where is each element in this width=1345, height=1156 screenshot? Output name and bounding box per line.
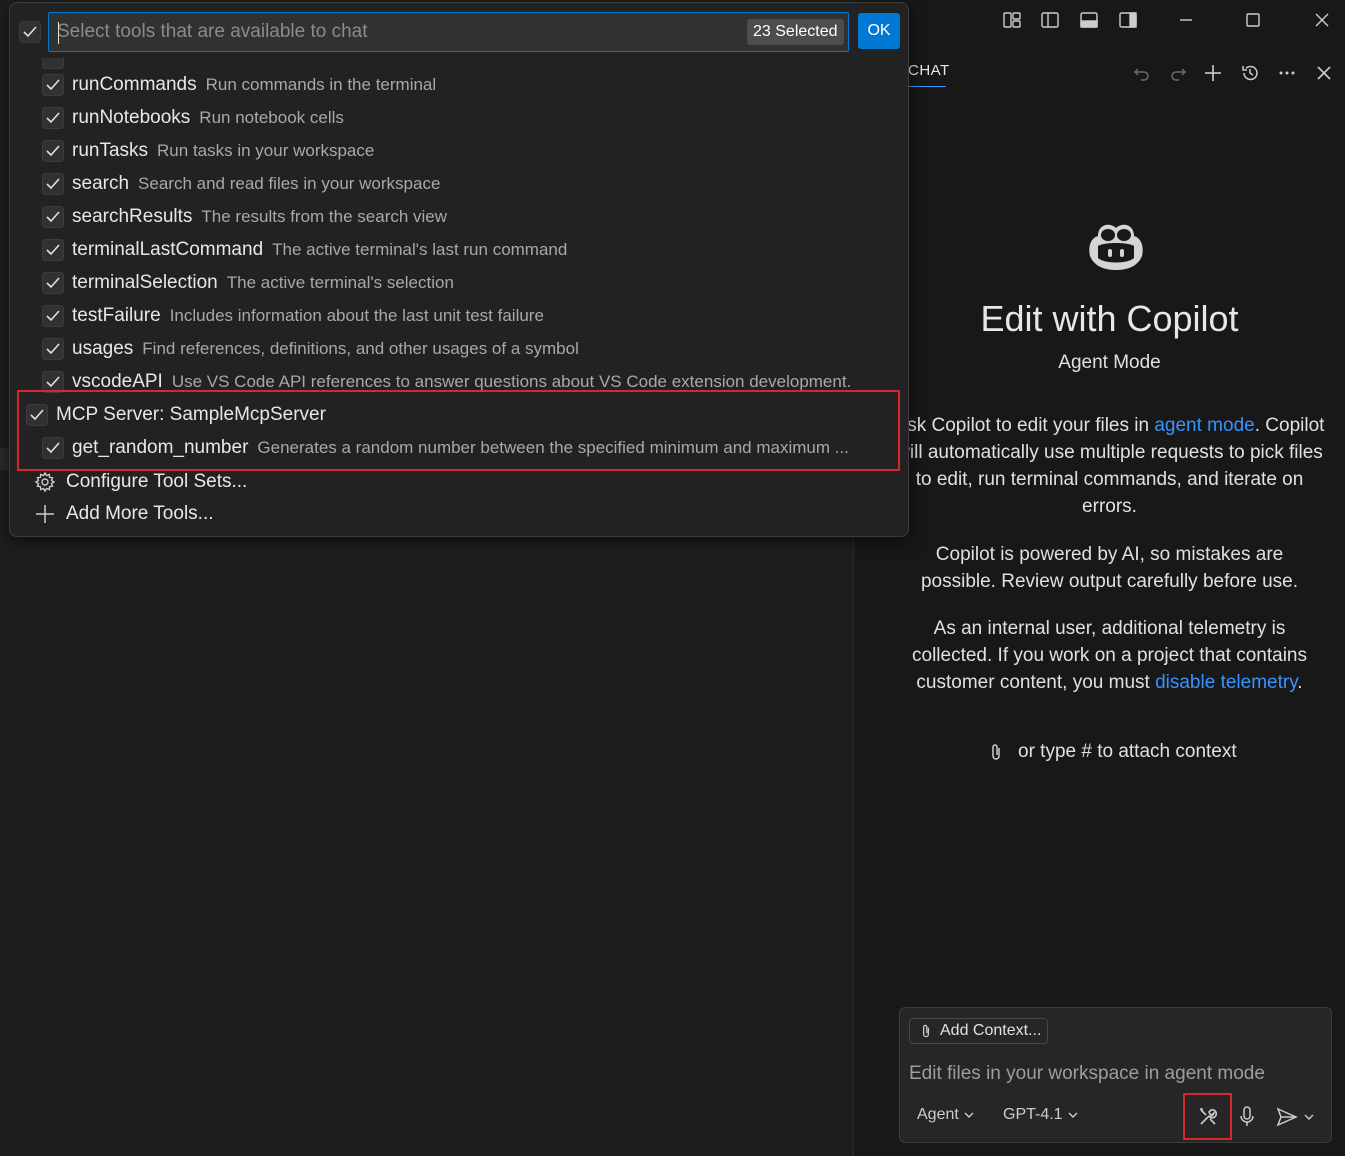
tool-description: Run notebook cells bbox=[199, 107, 344, 127]
list-item-runNotebooks[interactable]: runNotebooks Run notebook cells bbox=[9, 101, 908, 134]
welcome-subtitle: Agent Mode bbox=[1058, 352, 1161, 373]
checkbox[interactable] bbox=[42, 172, 64, 195]
tool-name: searchResults bbox=[72, 205, 193, 227]
checkbox[interactable] bbox=[42, 73, 64, 96]
list-item-runTasks[interactable]: runTasks Run tasks in your workspace bbox=[9, 134, 908, 167]
undo-icon[interactable] bbox=[1129, 60, 1155, 86]
telemetry-text-end: . bbox=[1297, 672, 1303, 693]
copilot-icon bbox=[1084, 218, 1148, 272]
mode-label: Agent bbox=[917, 1106, 959, 1123]
add-context-button[interactable]: Add Context... bbox=[909, 1018, 1049, 1044]
text-caret bbox=[58, 22, 59, 44]
tools-icon bbox=[1199, 1107, 1217, 1125]
list-item-terminalSelection[interactable]: terminalSelection The active terminal's s… bbox=[9, 266, 908, 299]
maximize-icon[interactable] bbox=[1241, 8, 1265, 32]
list-item-usages[interactable]: usages Find references, definitions, and … bbox=[9, 332, 908, 365]
checkbox[interactable] bbox=[42, 106, 64, 129]
list-item-searchResults[interactable]: searchResults The results from the search… bbox=[9, 200, 908, 233]
checkbox[interactable] bbox=[42, 58, 64, 69]
agent-mode-description: Ask Copilot to edit your files in agent … bbox=[874, 412, 1345, 520]
welcome-title: Edit with Copilot bbox=[980, 298, 1239, 339]
add-more-tools-label: Add More Tools... bbox=[66, 502, 214, 524]
paperclip-icon bbox=[992, 744, 1000, 760]
model-label: GPT-4.1 bbox=[1003, 1106, 1063, 1123]
plus-icon bbox=[36, 504, 54, 523]
chat-input[interactable]: Edit files in your workspace in agent mo… bbox=[909, 1063, 1265, 1085]
ok-button[interactable]: OK bbox=[858, 13, 900, 49]
checkbox[interactable] bbox=[42, 304, 64, 327]
toggle-panel-icon[interactable] bbox=[1077, 8, 1101, 32]
select-all-checkbox[interactable] bbox=[19, 21, 41, 43]
tool-description: Find references, definitions, and other … bbox=[142, 338, 579, 358]
checkbox[interactable] bbox=[42, 139, 64, 162]
close-window-icon[interactable] bbox=[1310, 8, 1334, 32]
mode-picker[interactable]: Agent bbox=[917, 1106, 975, 1124]
ai-disclaimer: Copilot is powered by AI, so mistakes ar… bbox=[920, 544, 1299, 592]
tool-description: The active terminal's last run command bbox=[272, 239, 568, 259]
send-icon[interactable] bbox=[1275, 1105, 1299, 1129]
agent-mode-text: Ask Copilot to edit your files in bbox=[894, 415, 1155, 436]
chevron-down-icon bbox=[1068, 1112, 1078, 1118]
mcp-highlight-box bbox=[17, 390, 900, 471]
telemetry-notice: As an internal user, additional telemetr… bbox=[874, 615, 1345, 696]
tools-filter-placeholder: Select tools that are available to chat bbox=[57, 21, 368, 42]
new-chat-icon[interactable] bbox=[1200, 60, 1226, 86]
model-picker[interactable]: GPT-4.1 bbox=[1003, 1106, 1079, 1124]
tool-name: terminalLastCommand bbox=[72, 238, 264, 260]
tool-name: runTasks bbox=[72, 139, 149, 161]
list-item-search[interactable]: search Search and read files in your work… bbox=[9, 167, 908, 200]
toggle-secondary-sidebar-icon[interactable] bbox=[1116, 8, 1140, 32]
tab-chat[interactable]: CHAT bbox=[908, 62, 950, 79]
list-item-runCommands[interactable]: runCommands Run commands in the terminal bbox=[9, 68, 908, 101]
add-more-tools-item[interactable]: Add More Tools... bbox=[9, 497, 908, 530]
gear-icon bbox=[34, 471, 56, 492]
tool-name: runNotebooks bbox=[72, 106, 191, 128]
tool-name: terminalSelection bbox=[72, 271, 218, 293]
tool-name: runCommands bbox=[72, 73, 197, 95]
tab-active-indicator bbox=[908, 86, 946, 87]
tool-name: usages bbox=[72, 337, 134, 359]
attach-hint: or type # to attach context bbox=[986, 741, 1237, 763]
close-panel-icon[interactable] bbox=[1311, 60, 1337, 86]
tool-description: Run tasks in your workspace bbox=[157, 140, 375, 160]
checkbox[interactable] bbox=[42, 205, 64, 228]
configure-tool-sets-label: Configure Tool Sets... bbox=[66, 470, 248, 492]
chevron-down-icon bbox=[964, 1112, 974, 1118]
minimize-icon[interactable] bbox=[1174, 8, 1198, 32]
more-actions-icon[interactable] bbox=[1274, 60, 1300, 86]
tool-description: Includes information about the last unit… bbox=[169, 305, 544, 325]
customize-layout-icon[interactable] bbox=[1000, 8, 1024, 32]
tool-description: The active terminal's selection bbox=[226, 272, 454, 292]
tool-description: Use VS Code API references to answer que… bbox=[171, 371, 852, 391]
list-item-terminalLastCommand[interactable]: terminalLastCommand The active terminal's… bbox=[9, 233, 908, 266]
microphone-icon[interactable] bbox=[1237, 1105, 1257, 1129]
disable-telemetry-link[interactable]: disable telemetry bbox=[1155, 672, 1297, 693]
tool-name: search bbox=[72, 172, 130, 194]
configure-tools-button[interactable] bbox=[1183, 1093, 1232, 1140]
history-icon[interactable] bbox=[1237, 60, 1263, 86]
toggle-primary-sidebar-icon[interactable] bbox=[1038, 8, 1062, 32]
add-context-label: Add Context... bbox=[940, 1022, 1042, 1039]
send-options-chevron-icon[interactable] bbox=[1303, 1110, 1317, 1124]
checkbox[interactable] bbox=[42, 238, 64, 261]
tool-name: testFailure bbox=[72, 304, 161, 326]
tool-description: The results from the search view bbox=[201, 206, 448, 226]
attach-hint-text: or type # to attach context bbox=[1018, 741, 1237, 762]
tool-description: Run commands in the terminal bbox=[205, 74, 437, 94]
checkbox[interactable] bbox=[42, 271, 64, 294]
checkbox[interactable] bbox=[42, 337, 64, 360]
list-item-testFailure[interactable]: testFailure Includes information about th… bbox=[9, 299, 908, 332]
selected-count-badge: 23 Selected bbox=[747, 19, 844, 45]
agent-mode-link[interactable]: agent mode bbox=[1154, 415, 1254, 436]
chat-panel bbox=[874, 40, 1345, 1156]
paperclip-icon bbox=[922, 1024, 930, 1038]
tool-description: Search and read files in your workspace bbox=[138, 173, 441, 193]
redo-icon[interactable] bbox=[1165, 60, 1191, 86]
